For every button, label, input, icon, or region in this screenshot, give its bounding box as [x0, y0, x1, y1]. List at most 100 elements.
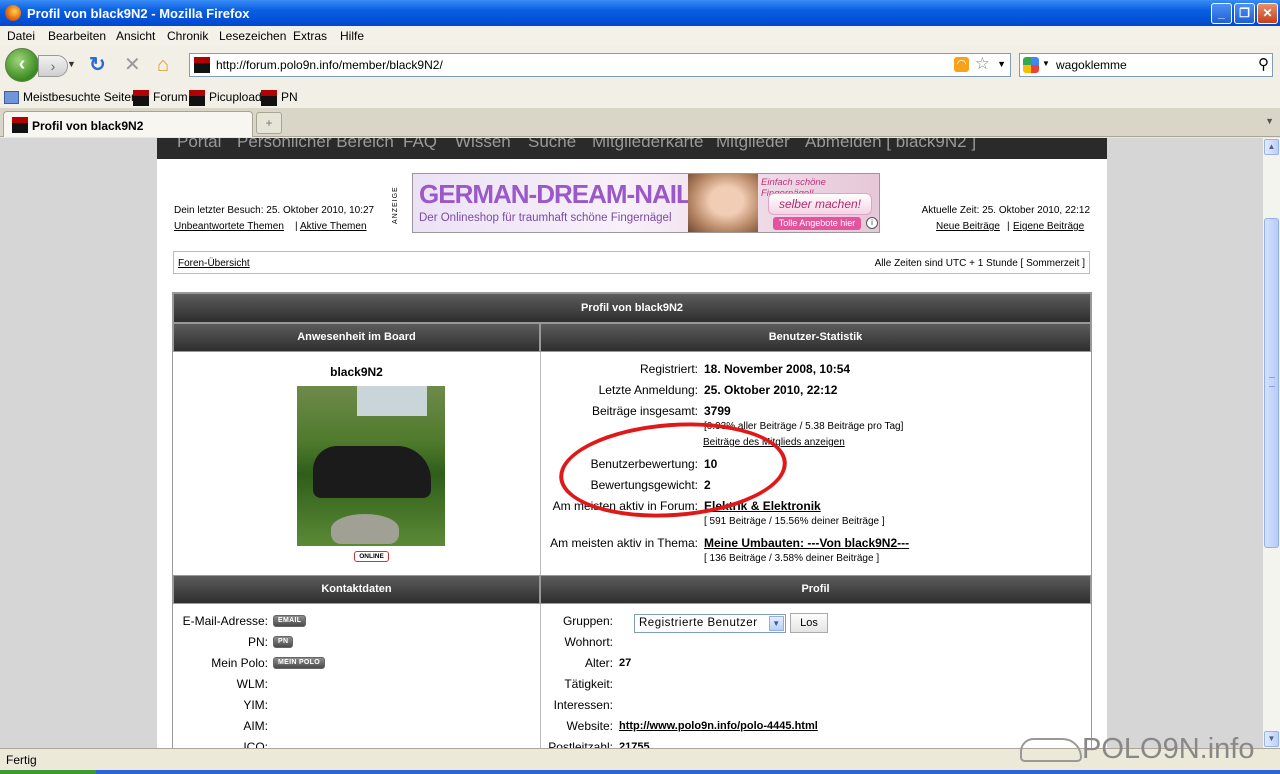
bookmark-label: Forum: [153, 90, 188, 104]
window-title: Profil von black9N2 - Mozilla Firefox: [27, 6, 250, 21]
menu-chronik[interactable]: Chronik: [167, 29, 208, 43]
forum-nav: Portal Persönlicher Bereich FAQ Wissen S…: [157, 138, 1107, 159]
bookmark-label: Meistbesuchte Seiten: [23, 90, 138, 104]
ad-headline: GERMAN-DREAM-NAILS: [419, 179, 708, 209]
pn-button[interactable]: PN: [273, 636, 294, 648]
zip-value: 21755: [619, 741, 650, 748]
scroll-thumb[interactable]: [1264, 218, 1279, 548]
url-dropdown-icon[interactable]: ▼: [997, 59, 1006, 69]
polo9n-favicon-icon: [261, 89, 277, 106]
bookmark-pn[interactable]: PN: [261, 88, 298, 106]
timezone-text: Alle Zeiten sind UTC + 1 Stunde [ Sommer…: [874, 258, 1085, 269]
minimize-button[interactable]: _: [1211, 3, 1232, 24]
active-topic-detail: [ 136 Beiträge / 3.58% deiner Beiträge ]: [704, 553, 880, 564]
menu-lesezeichen[interactable]: Lesezeichen: [219, 29, 286, 43]
unanswered-topics-link[interactable]: Unbeantwortete Themen: [174, 221, 284, 232]
bookmark-star-icon[interactable]: ☆: [975, 54, 990, 74]
vertical-scrollbar[interactable]: ▲ ▼: [1263, 138, 1280, 748]
new-posts-link[interactable]: Neue Beiträge: [936, 221, 1000, 232]
avatar-car: [313, 446, 431, 498]
groups-select-value: Registrierte Benutzer: [639, 617, 758, 629]
profile-table: Profil von black9N2 Anwesenheit im Board…: [172, 292, 1092, 748]
wlm-label: WLM:: [236, 677, 268, 691]
current-time-text: Aktuelle Zeit: 25. Oktober 2010, 22:12: [921, 205, 1090, 216]
go-button[interactable]: Los: [790, 613, 828, 633]
nav-logout[interactable]: Abmelden [ black9N2 ]: [805, 138, 976, 152]
posts-total-label: Beiträge insgesamt:: [591, 404, 698, 418]
ad-model-image: [688, 174, 758, 232]
nav-portal[interactable]: Portal: [177, 138, 221, 152]
nav-suche[interactable]: Suche: [528, 138, 576, 152]
website-link[interactable]: http://www.polo9n.info/polo-4445.html: [619, 720, 818, 732]
new-tab-button[interactable]: +: [256, 112, 282, 134]
menu-datei[interactable]: Datei: [7, 29, 35, 43]
nav-member-map[interactable]: Mitgliederkarte: [592, 138, 704, 152]
url-bar[interactable]: ◠ ☆ ▼: [189, 53, 1011, 77]
reload-icon[interactable]: ↻: [89, 55, 106, 75]
menu-ansicht[interactable]: Ansicht: [116, 29, 155, 43]
google-engine-icon[interactable]: [1023, 57, 1039, 73]
bookmark-picupload[interactable]: Picupload: [189, 88, 262, 106]
groups-select[interactable]: Registrierte Benutzer ▼: [634, 614, 786, 633]
url-input[interactable]: [216, 56, 916, 74]
tab-profile[interactable]: Profil von black9N2: [3, 111, 253, 137]
advertisement-banner[interactable]: GERMAN-DREAM-NAILS Der Onlineshop für tr…: [412, 173, 880, 233]
rss-feed-icon[interactable]: ◠: [954, 57, 969, 72]
tab-list-icon[interactable]: ▼: [1265, 116, 1274, 126]
maximize-button[interactable]: ❐: [1234, 3, 1255, 24]
ad-info-icon[interactable]: i: [866, 217, 878, 229]
email-button[interactable]: EMAIL: [273, 615, 307, 627]
nav-faq[interactable]: FAQ: [403, 138, 437, 152]
start-button[interactable]: [0, 770, 96, 774]
scroll-up-icon[interactable]: ▲: [1264, 139, 1279, 155]
stop-icon[interactable]: ✕: [124, 55, 141, 75]
avatar: [297, 386, 445, 546]
column-divider: [540, 352, 541, 748]
polo9n-watermark: POLO9N.info: [1020, 733, 1275, 769]
email-label: E-Mail-Adresse:: [182, 614, 268, 628]
chevron-down-icon[interactable]: ▼: [769, 616, 784, 631]
back-button[interactable]: ‹: [5, 48, 39, 82]
ad-cta: selber machen!: [768, 193, 872, 215]
active-topics-link[interactable]: Aktive Themen: [300, 221, 367, 232]
search-input[interactable]: [1056, 56, 1246, 74]
nav-wissen[interactable]: Wissen: [455, 138, 511, 152]
profile-title: Profil von black9N2: [173, 293, 1091, 323]
posts-total-value: 3799: [704, 404, 731, 418]
active-topic-link[interactable]: Meine Umbauten: ---Von black9N2---: [704, 536, 909, 550]
last-login-label: Letzte Anmeldung:: [598, 383, 698, 397]
ad-label: ANZEIGE: [392, 186, 399, 224]
nav-members[interactable]: Mitglieder: [716, 138, 790, 152]
groups-label: Gruppen:: [562, 614, 613, 628]
menu-extras[interactable]: Extras: [293, 29, 327, 43]
link-separator: |: [1007, 221, 1010, 232]
history-dropdown-icon[interactable]: ▼: [67, 59, 76, 69]
ad-subline: Der Onlineshop für traumhaft schöne Fing…: [419, 212, 672, 224]
search-icon[interactable]: ⚲: [1258, 55, 1269, 73]
own-posts-link[interactable]: Eigene Beiträge: [1013, 221, 1084, 232]
page-viewport: Portal Persönlicher Bereich FAQ Wissen S…: [0, 138, 1263, 748]
tab-label: Profil von black9N2: [32, 119, 144, 133]
last-visit-text: Dein letzter Besuch: 25. Oktober 2010, 1…: [174, 205, 375, 216]
bookmark-forum[interactable]: Forum: [133, 88, 188, 106]
menu-bearbeiten[interactable]: Bearbeiten: [48, 29, 106, 43]
search-bar[interactable]: ▼ ⚲: [1019, 53, 1273, 77]
folder-icon: [4, 91, 19, 105]
job-label: Tätigkeit:: [564, 677, 613, 691]
forum-index-link[interactable]: Foren-Übersicht: [178, 258, 250, 269]
ad-offers-button[interactable]: Tolle Angebote hier: [773, 217, 861, 230]
profile-username: black9N2: [330, 365, 383, 379]
bookmark-most-visited[interactable]: Meistbesuchte Seiten: [4, 88, 138, 106]
menu-hilfe[interactable]: Hilfe: [340, 29, 364, 43]
close-button[interactable]: ✕: [1257, 3, 1278, 24]
home-icon[interactable]: ⌂: [157, 55, 169, 75]
engine-dropdown-icon[interactable]: ▼: [1042, 59, 1050, 68]
pn-label: PN:: [247, 635, 268, 649]
forward-button[interactable]: ›: [38, 55, 68, 77]
my-polo-button[interactable]: MEIN POLO: [273, 657, 325, 669]
nav-personal[interactable]: Persönlicher Bereich: [237, 138, 394, 152]
navigation-toolbar: ‹ › ▼ ↻ ✕ ⌂ ◠ ☆ ▼ ▼ ⚲: [0, 46, 1280, 86]
breadcrumb-bar: Foren-Übersicht Alle Zeiten sind UTC + 1…: [173, 251, 1090, 274]
profile-header: Profil: [540, 575, 1091, 604]
registered-value: 18. November 2008, 10:54: [704, 362, 851, 376]
